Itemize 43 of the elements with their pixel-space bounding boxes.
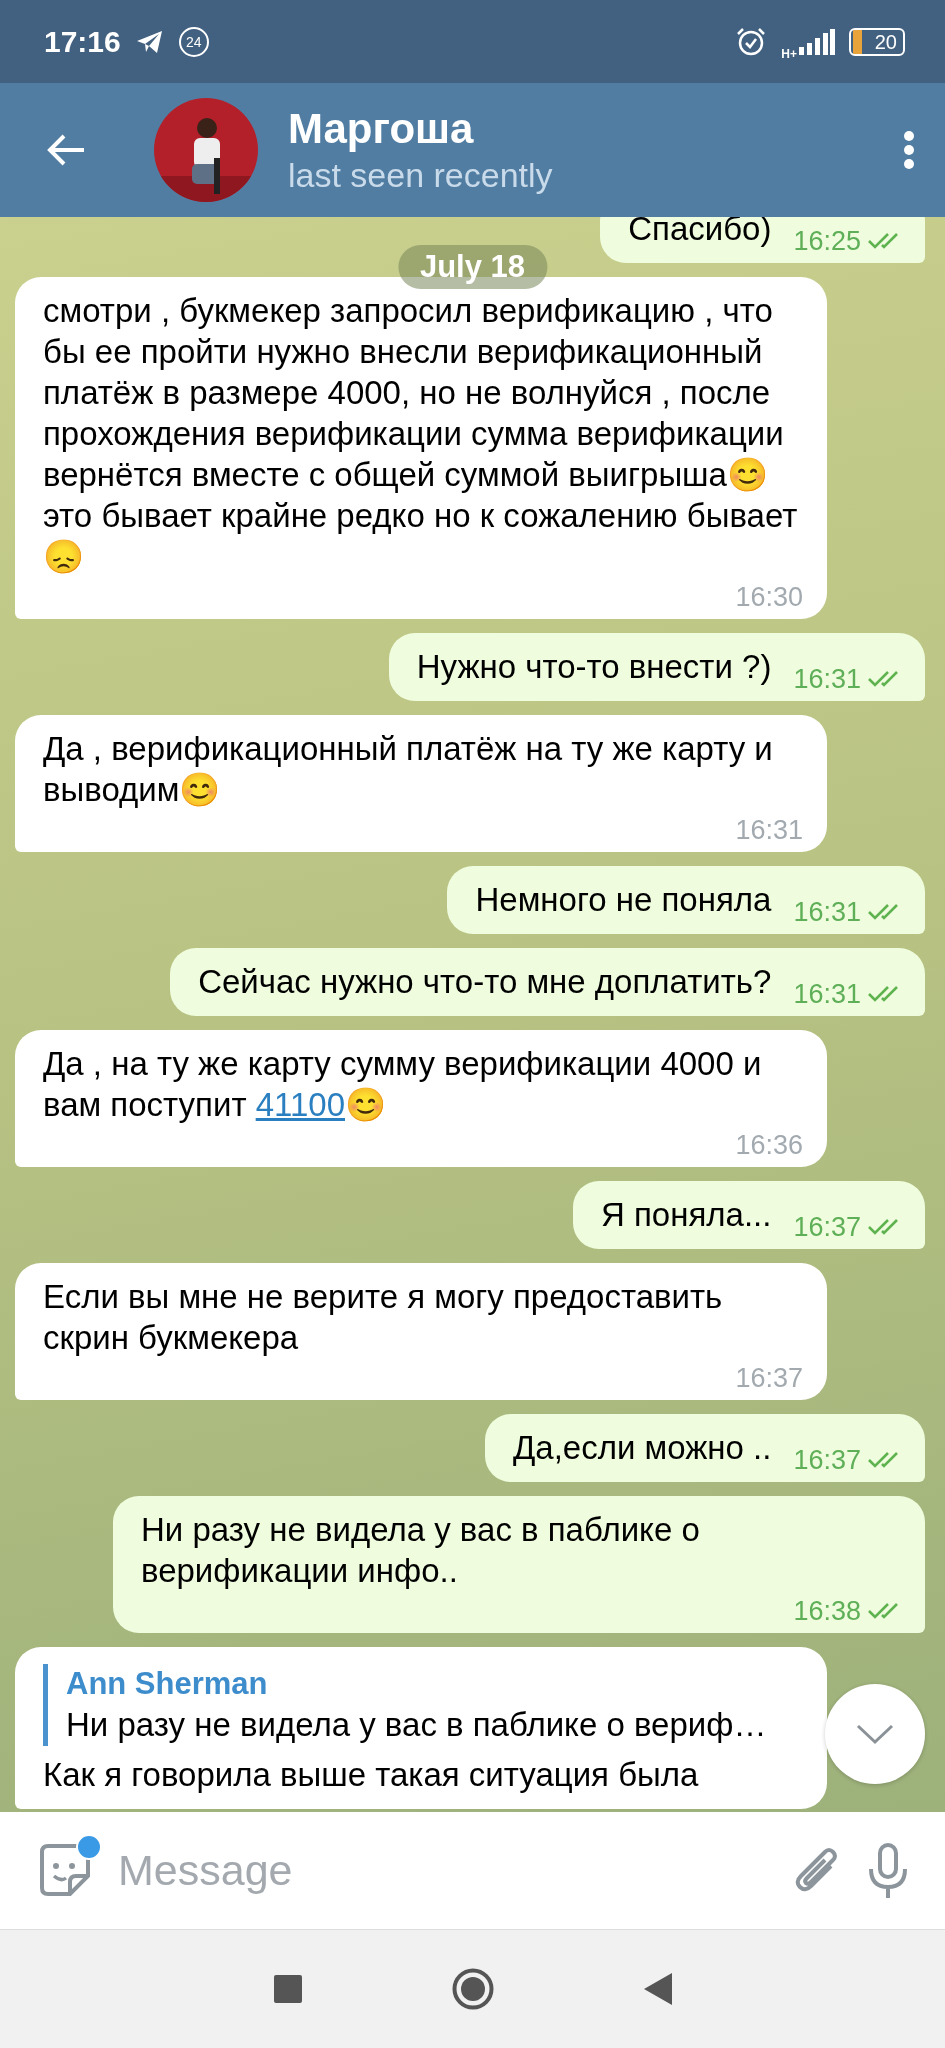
message-text: Ни разу не видела у вас в паблике о верификации инфо.. <box>141 1510 701 1591</box>
notification-count: 24 <box>178 26 209 57</box>
message-time: 16:31 <box>793 665 861 693</box>
message-time: 16:30 <box>735 583 803 611</box>
message-input-field[interactable]: Message <box>118 1840 769 1901</box>
date-badge: July 18 <box>397 245 548 289</box>
reply-author: Ann Sherman <box>66 1665 269 1703</box>
chevron-down-icon <box>856 1723 894 1745</box>
message-time: 16:37 <box>793 1213 861 1241</box>
message-time: 16:31 <box>793 980 861 1008</box>
message-text: Как я говорила выше такая ситуация была <box>43 1755 699 1795</box>
battery-indicator: 20 <box>849 27 905 56</box>
message-text: Сейчас нужно что-то мне доплатить? <box>198 962 772 1002</box>
message-text: смотри , букмекер запросил верификацию , что бы ее пройти нужно внесли верификационный платёж в размере 4000, но не волнуйся , после прохождения верификации сумма верификации вернётся вместе с общей суммой выигрыша😊это бывает крайне редко но к сожалению бывает 😞 <box>43 291 799 577</box>
reply-quote[interactable]: Ann Sherman Ни разу не видела у вас в паблике о вериф… <box>43 1664 803 1746</box>
message-text: Я поняла... <box>601 1195 772 1235</box>
message-time: 16:31 <box>735 816 803 844</box>
message-time: 16:37 <box>793 1446 861 1474</box>
message-text: Если вы мне не верите я могу предоставить скрин букмекера <box>43 1277 724 1358</box>
clock: 17:16 <box>44 24 121 59</box>
message-text: Нужно что-то внести ?) <box>416 647 772 687</box>
message-time: 16:36 <box>735 1131 803 1159</box>
network-type: H+ <box>781 46 797 61</box>
microphone-icon[interactable] <box>867 1842 909 1899</box>
message-time: 16:37 <box>735 1364 803 1392</box>
link[interactable]: 41100 <box>255 1086 345 1123</box>
message-text: Да , на ту же карту сумму верификации 4000 и вам поступит 41100😊 <box>43 1044 763 1125</box>
more-options-icon[interactable] <box>903 130 915 170</box>
last-seen-status: last seen recently <box>288 155 554 196</box>
message-time: 16:31 <box>793 898 861 926</box>
back-arrow-icon[interactable] <box>46 133 86 167</box>
message-text: Да , верификационный платёж на ту же карту и выводим😊 <box>43 729 774 810</box>
scroll-down-button[interactable] <box>825 1684 925 1784</box>
reply-text: Ни разу не видела у вас в паблике о вериф… <box>66 1705 768 1745</box>
message-time: 16:38 <box>793 1597 861 1625</box>
recent-apps-icon[interactable] <box>273 1975 302 2003</box>
home-icon[interactable] <box>451 1968 494 2010</box>
signal-icon <box>799 28 835 55</box>
message-text: Да,если можно .. <box>513 1428 772 1468</box>
contact-name: Маргоша <box>288 104 475 154</box>
back-icon[interactable] <box>643 1973 672 2005</box>
message-text: Немного не поняла <box>475 880 772 920</box>
message-time: 16:25 <box>793 227 861 255</box>
